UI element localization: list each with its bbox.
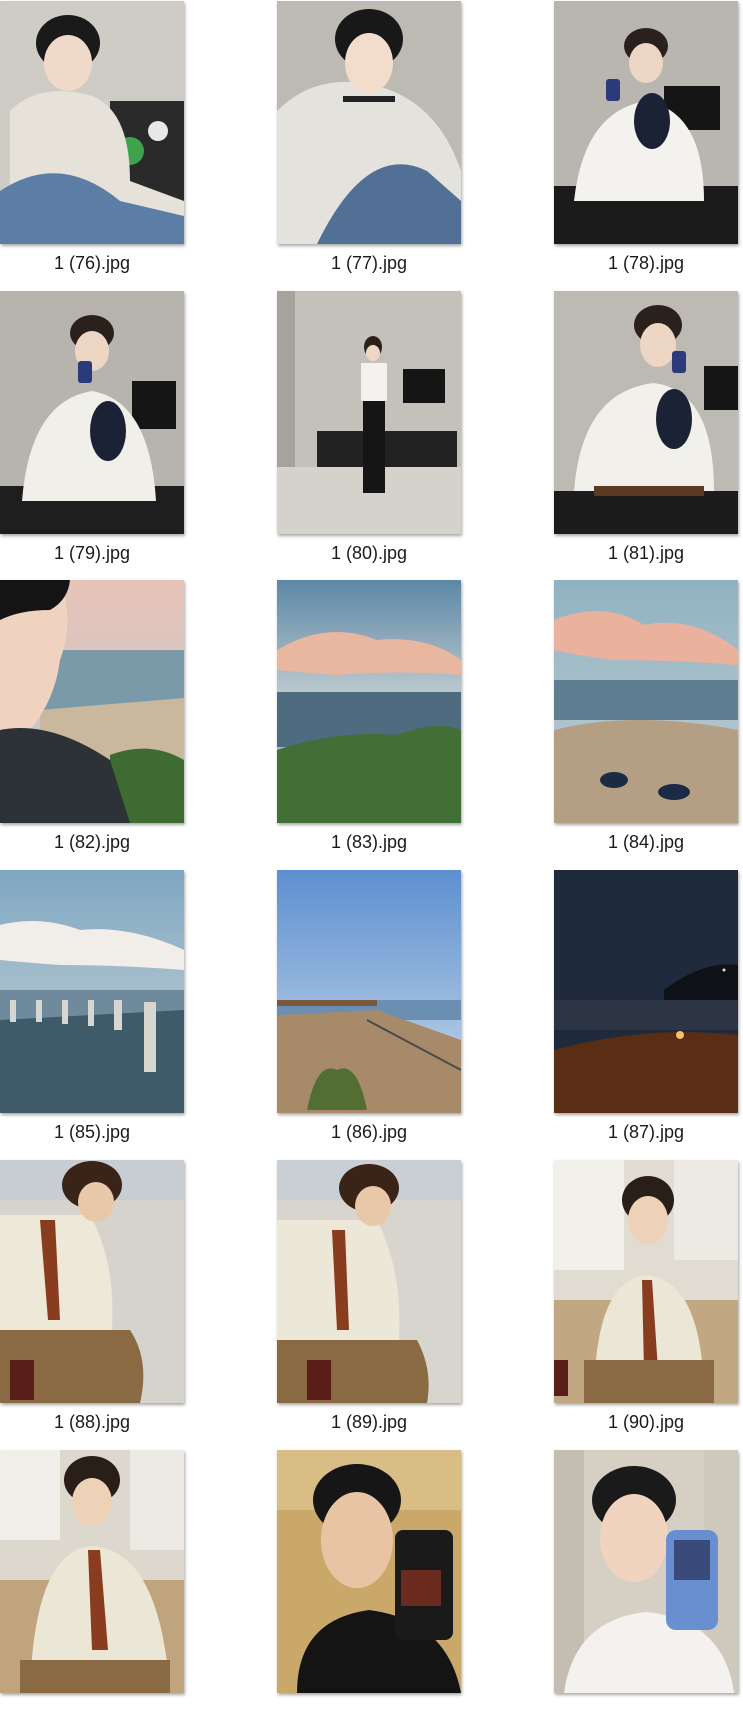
file-item[interactable]: 1 (86).jpg	[277, 870, 462, 1142]
image-thumbnail[interactable]	[0, 580, 184, 823]
file-item[interactable]: 1 (81).jpg	[554, 291, 739, 563]
image-thumbnail[interactable]	[277, 580, 461, 823]
image-thumbnail[interactable]	[0, 291, 184, 534]
image-thumbnail[interactable]	[554, 1160, 738, 1403]
file-name-label: 1 (88).jpg	[53, 1412, 131, 1432]
file-name-label: 1 (77).jpg	[330, 253, 408, 273]
file-item[interactable]: 1 (84).jpg	[554, 580, 739, 852]
file-name-label: 1 (84).jpg	[607, 832, 685, 852]
file-name-label: 1 (83).jpg	[330, 832, 408, 852]
file-name-label: 1 (85).jpg	[53, 1122, 131, 1142]
file-item[interactable]: 1 (83).jpg	[277, 580, 462, 852]
file-item[interactable]: 1 (77).jpg	[277, 1, 462, 273]
image-thumbnail[interactable]	[277, 1450, 461, 1693]
file-name-label: 1 (78).jpg	[607, 253, 685, 273]
file-item[interactable]: 1 (85).jpg	[0, 870, 185, 1142]
image-thumbnail[interactable]	[0, 1160, 184, 1403]
image-thumbnail[interactable]	[277, 870, 461, 1113]
file-name-label: 1 (90).jpg	[607, 1412, 685, 1432]
image-thumbnail[interactable]	[277, 291, 461, 534]
file-item[interactable]: 1 (79).jpg	[0, 291, 185, 563]
file-name-label: 1 (81).jpg	[607, 543, 685, 563]
file-name-label: 1 (82).jpg	[53, 832, 131, 852]
file-item[interactable]: 1 (89).jpg	[277, 1160, 462, 1432]
image-thumbnail[interactable]	[554, 870, 738, 1113]
file-item[interactable]	[277, 1450, 462, 1720]
image-thumbnail[interactable]	[277, 1, 461, 244]
file-item[interactable]: 1 (82).jpg	[0, 580, 185, 852]
file-name-label: 1 (76).jpg	[53, 253, 131, 273]
file-name-label: 1 (86).jpg	[330, 1122, 408, 1142]
image-thumbnail[interactable]	[0, 1450, 184, 1693]
file-name-label: 1 (79).jpg	[53, 543, 131, 563]
file-name-label: 1 (87).jpg	[607, 1122, 685, 1142]
image-thumbnail[interactable]	[554, 1450, 738, 1693]
file-item[interactable]: 1 (78).jpg	[554, 1, 739, 273]
file-name-label: 1 (89).jpg	[330, 1412, 408, 1432]
file-item[interactable]	[554, 1450, 739, 1720]
file-item[interactable]: 1 (76).jpg	[0, 1, 185, 273]
image-thumbnail[interactable]	[554, 1, 738, 244]
image-thumbnail[interactable]	[554, 291, 738, 534]
file-item[interactable]: 1 (87).jpg	[554, 870, 739, 1142]
image-thumbnail[interactable]	[0, 870, 184, 1113]
image-thumbnail[interactable]	[554, 580, 738, 823]
file-item[interactable]: 1 (80).jpg	[277, 291, 462, 563]
image-thumbnail[interactable]	[0, 1, 184, 244]
file-name-label: 1 (80).jpg	[330, 543, 408, 563]
file-item[interactable]: 1 (90).jpg	[554, 1160, 739, 1432]
file-item[interactable]: 1 (88).jpg	[0, 1160, 185, 1432]
file-item[interactable]	[0, 1450, 185, 1720]
image-thumbnail[interactable]	[277, 1160, 461, 1403]
